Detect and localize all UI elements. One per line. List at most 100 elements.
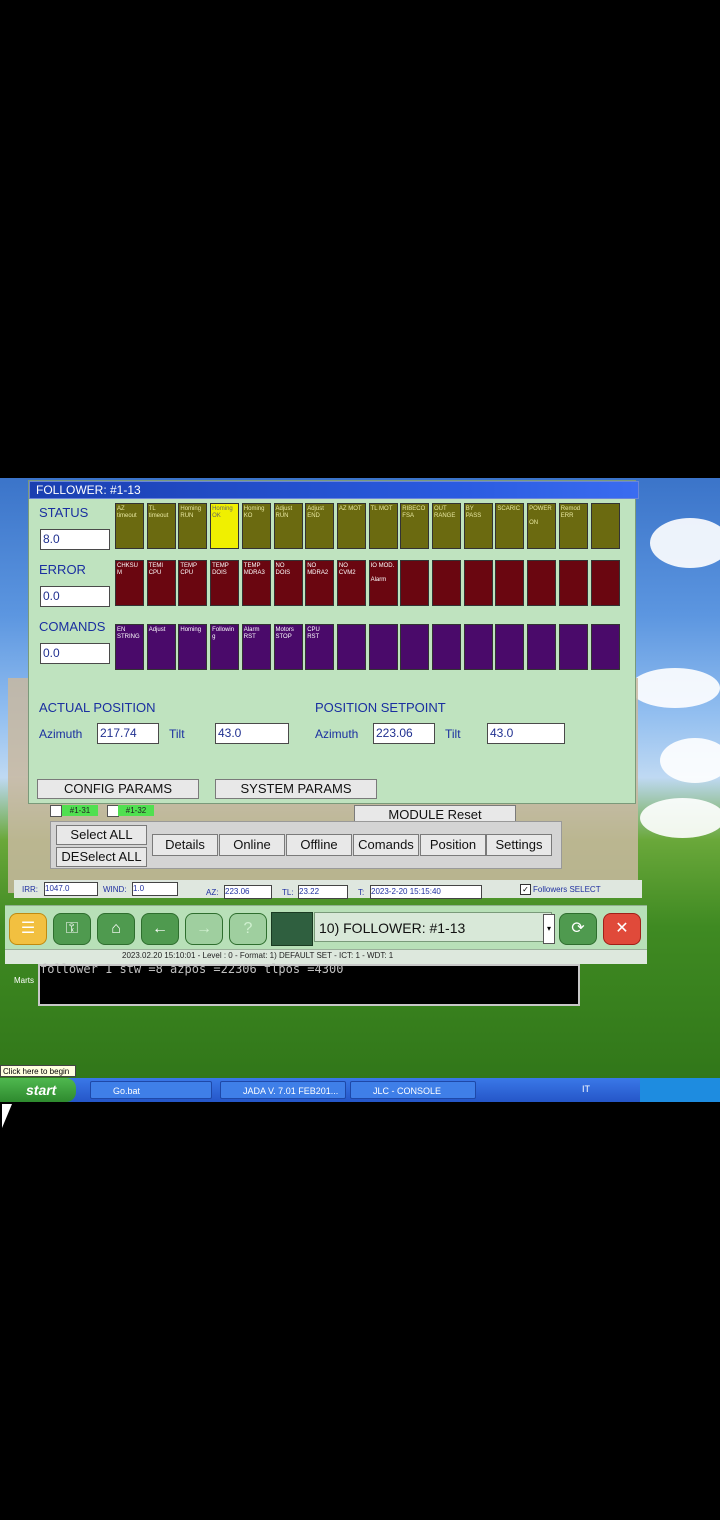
taskbar-item-jada[interactable]: JADA V. 7.01 FEB201... — [220, 1081, 346, 1099]
status-cell-8[interactable]: AZ MOT — [336, 503, 366, 549]
status-cell-13[interactable]: SCARIC — [495, 503, 525, 549]
follower-1-32-badge: #1-32 — [118, 805, 154, 816]
comands-cell-11[interactable] — [432, 624, 461, 670]
status-cell-2[interactable]: TL timeout — [146, 503, 176, 549]
mouse-cursor-icon — [2, 1104, 12, 1128]
tab-online[interactable]: Online — [219, 834, 285, 856]
error-cell-2[interactable]: TEMI CPU — [146, 560, 176, 606]
status-cell-15[interactable]: Remod ERR — [558, 503, 588, 549]
error-cell-1[interactable]: CHKSU M — [115, 560, 144, 606]
error-cell-4[interactable]: TEMP DOIS — [210, 560, 240, 606]
comands-cell-16[interactable] — [590, 624, 620, 670]
comands-cell-12[interactable] — [463, 624, 493, 670]
comands-cell-8[interactable] — [336, 624, 366, 670]
status-cell-7[interactable]: Adjust END — [305, 503, 335, 549]
error-cell-16[interactable] — [590, 560, 620, 606]
comands-cell-5[interactable]: Alarm RST — [241, 624, 271, 670]
back-arrow-icon[interactable]: ← — [141, 913, 179, 945]
followers-select-checkbox[interactable]: ✓ — [520, 884, 531, 895]
device-select[interactable]: 10) FOLLOWER: #1-13 — [314, 912, 552, 942]
error-cell-13[interactable] — [495, 560, 525, 606]
status-cell-11[interactable]: OUT RANGE — [432, 503, 461, 549]
select-all-button[interactable]: Select ALL — [56, 825, 147, 845]
status-bar-text: 2023.02.20 15:10:01 - Level : 0 - Format… — [122, 951, 394, 960]
comands-label: COMANDS — [39, 619, 106, 634]
config-params-button[interactable]: CONFIG PARAMS — [37, 779, 199, 799]
home-icon[interactable]: ⌂ — [97, 913, 135, 945]
comands-cell-14[interactable] — [527, 624, 557, 670]
tl-value: 23.22 — [298, 885, 348, 899]
error-label: ERROR — [39, 562, 86, 577]
status-cell-4[interactable]: Homing OK — [210, 503, 240, 549]
setpoint-azimuth-field[interactable]: 223.06 — [373, 723, 435, 744]
desktop-icon-label: Marts — [14, 976, 34, 985]
comands-cell-7[interactable]: CPU RST — [305, 624, 335, 670]
tab-comands[interactable]: Comands — [353, 834, 419, 856]
status-cell-5[interactable]: Homing KO — [241, 503, 271, 549]
setpoint-tilt-field[interactable]: 43.0 — [487, 723, 565, 744]
status-cell-3[interactable]: Homing RUN — [178, 503, 208, 549]
help-icon[interactable]: ? — [229, 913, 267, 945]
forward-arrow-icon[interactable]: → — [185, 913, 223, 945]
follower-1-31-checkbox[interactable] — [50, 805, 62, 817]
status-cell-12[interactable]: BY PASS — [463, 503, 493, 549]
error-value-field[interactable]: 0.0 — [40, 586, 110, 607]
comands-cell-1[interactable]: EN STRING — [115, 624, 144, 670]
status-cell-14[interactable]: POWER ON — [527, 503, 557, 549]
menu-list-icon[interactable]: ☰ — [9, 913, 47, 945]
followers-select-label: Followers SELECT — [533, 885, 601, 894]
comands-value-field[interactable]: 0.0 — [40, 643, 110, 664]
status-cell-16[interactable] — [590, 503, 620, 549]
chevron-down-icon[interactable]: ▾ — [543, 914, 555, 944]
tl-label: TL: — [282, 888, 294, 897]
error-cell-11[interactable] — [432, 560, 461, 606]
tab-details[interactable]: Details — [152, 834, 218, 856]
close-icon[interactable]: ✕ — [603, 913, 641, 945]
status-cell-1[interactable]: AZ timeout — [115, 503, 144, 549]
error-cell-8[interactable]: NO CVM2 — [336, 560, 366, 606]
status-cell-6[interactable]: Adjust RUN — [273, 503, 303, 549]
error-cell-6[interactable]: NO DOIS — [273, 560, 303, 606]
comands-cell-15[interactable] — [558, 624, 588, 670]
refresh-icon[interactable]: ⟳ — [559, 913, 597, 945]
error-cell-15[interactable] — [558, 560, 588, 606]
start-tooltip: Click here to begin — [0, 1065, 76, 1077]
comands-cell-10[interactable] — [400, 624, 430, 670]
language-indicator[interactable]: IT — [582, 1084, 590, 1094]
error-cell-12[interactable] — [463, 560, 493, 606]
irr-value: 1047.0 — [44, 882, 98, 896]
actual-tilt-field[interactable]: 43.0 — [215, 723, 289, 744]
comands-cell-4[interactable]: Followin g — [210, 624, 240, 670]
comands-cell-13[interactable] — [495, 624, 525, 670]
comands-cell-2[interactable]: Adjust — [146, 624, 176, 670]
tab-offline[interactable]: Offline — [286, 834, 352, 856]
deselect-all-button[interactable]: DESelect ALL — [56, 847, 147, 867]
setpoint-tilt-label: Tilt — [445, 727, 461, 741]
comands-cell-6[interactable]: Motors STOP — [273, 624, 303, 670]
error-cell-14[interactable] — [527, 560, 557, 606]
tab-settings[interactable]: Settings — [486, 834, 552, 856]
tab-position[interactable]: Position — [420, 834, 486, 856]
error-cell-3[interactable]: TEMP CPU — [178, 560, 208, 606]
error-cell-5[interactable]: TEMP MDRA3 — [241, 560, 271, 606]
start-button[interactable]: start — [0, 1078, 76, 1102]
taskbar-item-go-bat[interactable]: Go.bat — [90, 1081, 212, 1099]
status-cell-10[interactable]: RIBECO FSA — [400, 503, 430, 549]
panel-toggle-icon[interactable] — [271, 912, 313, 946]
wind-value: 1.0 — [132, 882, 178, 896]
key-icon[interactable]: ⚿ — [53, 913, 91, 945]
taskbar-item-console[interactable]: JLC - CONSOLE — [350, 1081, 476, 1099]
system-params-button[interactable]: SYSTEM PARAMS — [215, 779, 377, 799]
comands-cell-3[interactable]: Homing — [178, 624, 208, 670]
follower-1-31-badge: #1-31 — [62, 805, 98, 816]
follower-window: FOLLOWER: #1-13 STATUS 8.0 AZ timeout TL … — [28, 480, 639, 804]
error-cell-7[interactable]: NO MDRA2 — [305, 560, 335, 606]
error-cell-9[interactable]: IO MOD. Alarm — [368, 560, 398, 606]
comands-cell-9[interactable] — [368, 624, 398, 670]
status-cell-9[interactable]: TL MOT — [368, 503, 398, 549]
wind-label: WIND: — [103, 885, 127, 894]
actual-azimuth-field[interactable]: 217.74 — [97, 723, 159, 744]
t-label: T: — [358, 888, 365, 897]
status-value-field[interactable]: 8.0 — [40, 529, 110, 550]
error-cell-10[interactable] — [400, 560, 430, 606]
